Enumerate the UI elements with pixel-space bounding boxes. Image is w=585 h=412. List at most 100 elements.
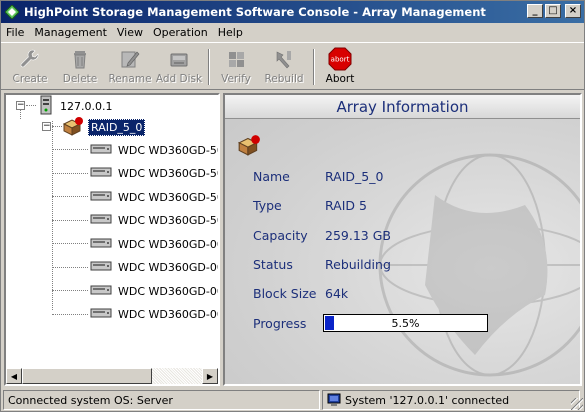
menu-management[interactable]: Management — [29, 26, 111, 39]
array-tree: − 127.0.0.1 − RAID_5_0 WDC WD360GD-50G WD… — [6, 95, 218, 368]
title-bar[interactable]: HighPoint Storage Management Software Co… — [1, 1, 584, 23]
status-os-panel: Connected system OS: Server — [3, 390, 320, 410]
rebuild-progress-bar: 5.5% — [323, 314, 488, 332]
progress-percent: 5.5% — [391, 316, 420, 330]
scroll-thumb[interactable] — [22, 368, 152, 384]
rename-button[interactable]: Rename — [107, 45, 153, 87]
array-label: RAID_5_0 — [88, 118, 146, 136]
tree-line — [52, 313, 88, 315]
hard-disk-icon — [90, 238, 112, 251]
window-title: HighPoint Storage Management Software Co… — [24, 5, 486, 19]
abort-icon-text: abort — [331, 56, 350, 64]
rebuild-icon — [272, 47, 296, 71]
menu-view[interactable]: View — [112, 26, 148, 39]
field-label: Block Size — [253, 285, 317, 301]
tree-line — [20, 109, 21, 119]
scroll-right-arrow-icon[interactable]: ▶ — [202, 368, 218, 384]
field-name: Name RAID_5_0 — [253, 166, 383, 186]
tree-line — [52, 196, 88, 197]
tree-node-disk[interactable]: WDC WD360GD-00FI — [90, 304, 218, 326]
field-status: Status Rebuilding — [253, 254, 391, 274]
rename-label: Rename — [108, 73, 152, 85]
tree-node-disk[interactable]: WDC WD360GD-00FI — [90, 280, 218, 302]
array-expander[interactable]: − — [42, 122, 51, 131]
menu-operation[interactable]: Operation — [148, 26, 213, 39]
create-button[interactable]: Create — [7, 45, 53, 87]
status-connection-text: System '127.0.0.1' connected — [345, 393, 510, 407]
toolbar-separator — [313, 49, 315, 85]
field-value: 64k — [325, 285, 349, 301]
status-bar: Connected system OS: Server System '127.… — [1, 389, 584, 411]
delete-button[interactable]: Delete — [57, 45, 103, 87]
tree-node-disk[interactable]: WDC WD360GD-50G — [90, 163, 218, 185]
add-disk-button[interactable]: Add Disk — [155, 45, 203, 87]
verify-icon — [224, 47, 248, 71]
field-capacity: Capacity 259.13 GB — [253, 225, 391, 245]
array-info-panel: Array Information Name RAID_5_0 Type RAI… — [223, 93, 582, 386]
close-button[interactable]: × — [565, 4, 581, 18]
field-progress: Progress — [253, 313, 325, 333]
tree-line — [52, 149, 88, 150]
window-controls: _ □ × — [527, 4, 581, 18]
pencil-icon — [118, 47, 142, 71]
scroll-track[interactable] — [22, 368, 202, 384]
field-value: RAID_5_0 — [325, 168, 384, 184]
wrench-icon — [18, 47, 42, 71]
tree-node-disk[interactable]: WDC WD360GD-50G — [90, 186, 218, 208]
progress-label: Progress — [253, 315, 307, 331]
status-connection-panel: System '127.0.0.1' connected — [322, 390, 580, 410]
field-value: RAID 5 — [325, 197, 367, 213]
field-label: Status — [253, 256, 293, 272]
menu-help[interactable]: Help — [213, 26, 248, 39]
host-expander[interactable]: − — [16, 101, 25, 110]
host-label: 127.0.0.1 — [60, 99, 113, 113]
abort-button[interactable]: abort Abort — [317, 45, 363, 87]
tree-node-host[interactable]: 127.0.0.1 — [38, 95, 112, 117]
field-value: Rebuilding — [325, 256, 391, 272]
disk-label: WDC WD360GD-50G — [118, 214, 218, 227]
raid-array-icon — [62, 116, 84, 139]
resize-grip[interactable] — [571, 398, 583, 410]
maximize-button[interactable]: □ — [545, 4, 561, 18]
highpoint-app-icon — [4, 4, 20, 20]
tree-node-disk[interactable]: WDC WD360GD-50G — [90, 139, 218, 161]
field-type: Type RAID 5 — [253, 195, 367, 215]
tree-line — [52, 219, 88, 221]
menu-file[interactable]: File — [1, 26, 29, 39]
tree-line — [52, 243, 88, 244]
rebuild-button[interactable]: Rebuild — [261, 45, 307, 87]
computer-icon — [327, 393, 341, 407]
hard-disk-icon — [90, 167, 112, 180]
tree-line — [52, 172, 88, 174]
trash-icon — [68, 47, 92, 71]
array-tree-panel: − 127.0.0.1 − RAID_5_0 WDC WD360GD-50G WD… — [4, 93, 220, 386]
rebuild-label: Rebuild — [264, 73, 304, 85]
field-label: Type — [253, 197, 282, 213]
disk-label: WDC WD360GD-00FI — [118, 308, 218, 321]
hard-disk-icon — [90, 144, 112, 157]
verify-button[interactable]: Verify — [213, 45, 259, 87]
tree-node-disk[interactable]: WDC WD360GD-50G — [90, 210, 218, 232]
disk-label: WDC WD360GD-00FI — [118, 237, 218, 251]
array-info-header: Array Information — [225, 95, 580, 119]
add-disk-label: Add Disk — [155, 73, 203, 85]
hard-disk-icon — [90, 214, 112, 227]
delete-label: Delete — [62, 73, 98, 85]
disk-label: WDC WD360GD-50G — [118, 167, 218, 180]
toolbar-separator — [208, 49, 210, 85]
hard-disk-icon — [90, 308, 112, 321]
minimize-button[interactable]: _ — [527, 4, 543, 18]
tree-node-disk[interactable]: WDC WD360GD-00FI — [90, 233, 218, 255]
disk-label: WDC WD360GD-00EI — [118, 261, 218, 274]
tree-node-disk[interactable]: WDC WD360GD-00EI — [90, 257, 218, 279]
globe-watermark — [378, 153, 580, 377]
field-value: 259.13 GB — [325, 227, 391, 243]
scroll-left-arrow-icon[interactable]: ◀ — [6, 368, 22, 384]
field-block-size: Block Size 64k — [253, 283, 348, 303]
tree-horizontal-scrollbar[interactable]: ◀ ▶ — [6, 368, 218, 384]
hard-disk-icon — [90, 191, 112, 204]
create-label: Create — [12, 73, 48, 85]
tree-node-array[interactable]: RAID_5_0 — [62, 116, 146, 139]
disk-label: WDC WD360GD-50G — [118, 143, 218, 157]
hard-disk-icon — [90, 285, 112, 298]
